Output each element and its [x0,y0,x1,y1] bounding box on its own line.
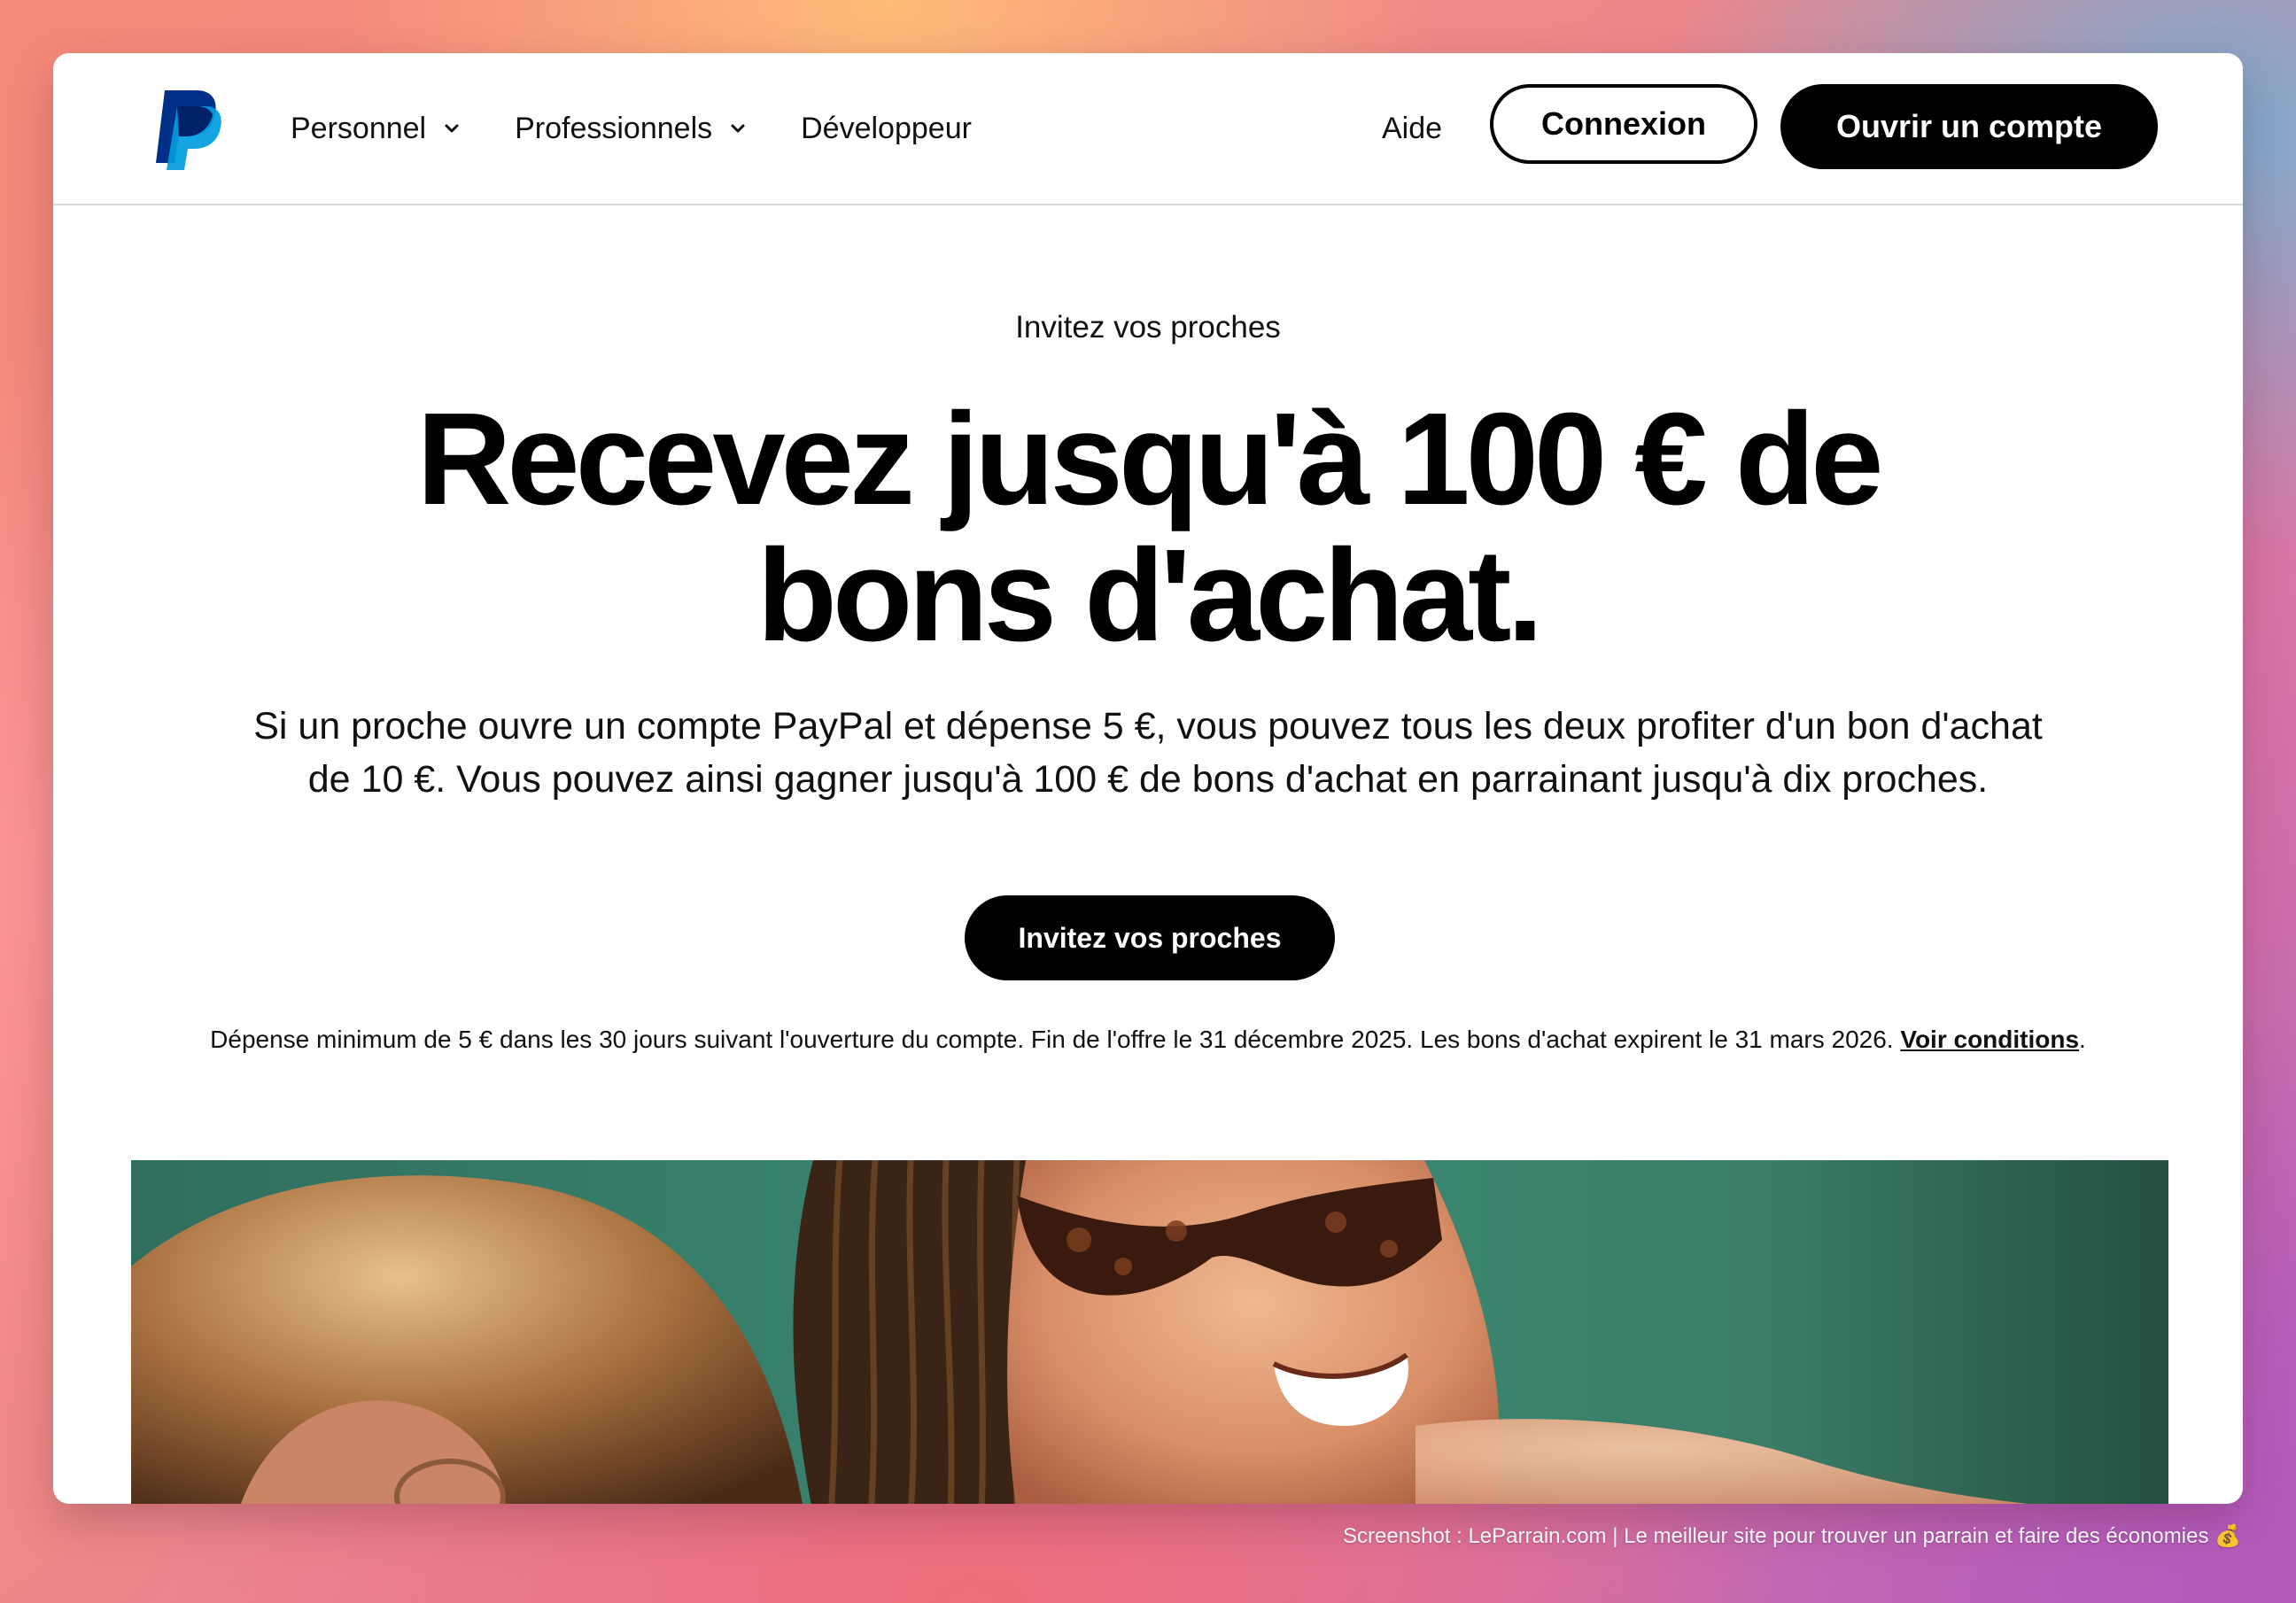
help-link[interactable]: Aide [1382,53,1442,204]
chevron-down-icon [445,124,459,133]
hero-headline-line1: Recevez jusqu'à 100 € de [416,386,1883,532]
nav-personnel-label: Personnel [291,111,427,145]
nav-personnel[interactable]: Personnel [291,112,462,146]
main-nav: Personnel Professionnels Développeur [291,53,972,204]
hero-headline: Recevez jusqu'à 100 € de bons d'achat. [262,391,2034,664]
hero-photo [131,1160,2168,1504]
nav-professionnels[interactable]: Professionnels [515,112,748,146]
paypal-logo[interactable] [152,87,223,172]
login-button[interactable]: Connexion [1490,84,1757,164]
invite-button[interactable]: Invitez vos proches [965,895,1335,980]
offer-disclaimer: Dépense minimum de 5 € dans les 30 jours… [53,1026,2243,1054]
terms-link[interactable]: Voir conditions [1900,1026,2079,1053]
nav-professionnels-label: Professionnels [515,111,713,145]
open-account-button[interactable]: Ouvrir un compte [1780,84,2158,169]
hero-headline-line2: bons d'achat. [756,523,1544,669]
chevron-down-icon [731,124,745,133]
browser-window: Personnel Professionnels Développeur Aid… [53,53,2243,1504]
disclaimer-text: Dépense minimum de 5 € dans les 30 jours… [210,1026,1901,1053]
nav-developpeur-label: Développeur [801,111,972,145]
nav-developpeur[interactable]: Développeur [801,112,972,146]
hero-description: Si un proche ouvre un compte PayPal et d… [253,705,2043,801]
site-header: Personnel Professionnels Développeur Aid… [53,53,2243,205]
hero-photo-illustration [131,1160,2168,1504]
disclaimer-end: . [2079,1026,2086,1053]
watermark: Screenshot : LeParrain.com | Le meilleur… [1343,1524,2241,1548]
hero-eyebrow: Invitez vos proches [1015,310,1281,345]
